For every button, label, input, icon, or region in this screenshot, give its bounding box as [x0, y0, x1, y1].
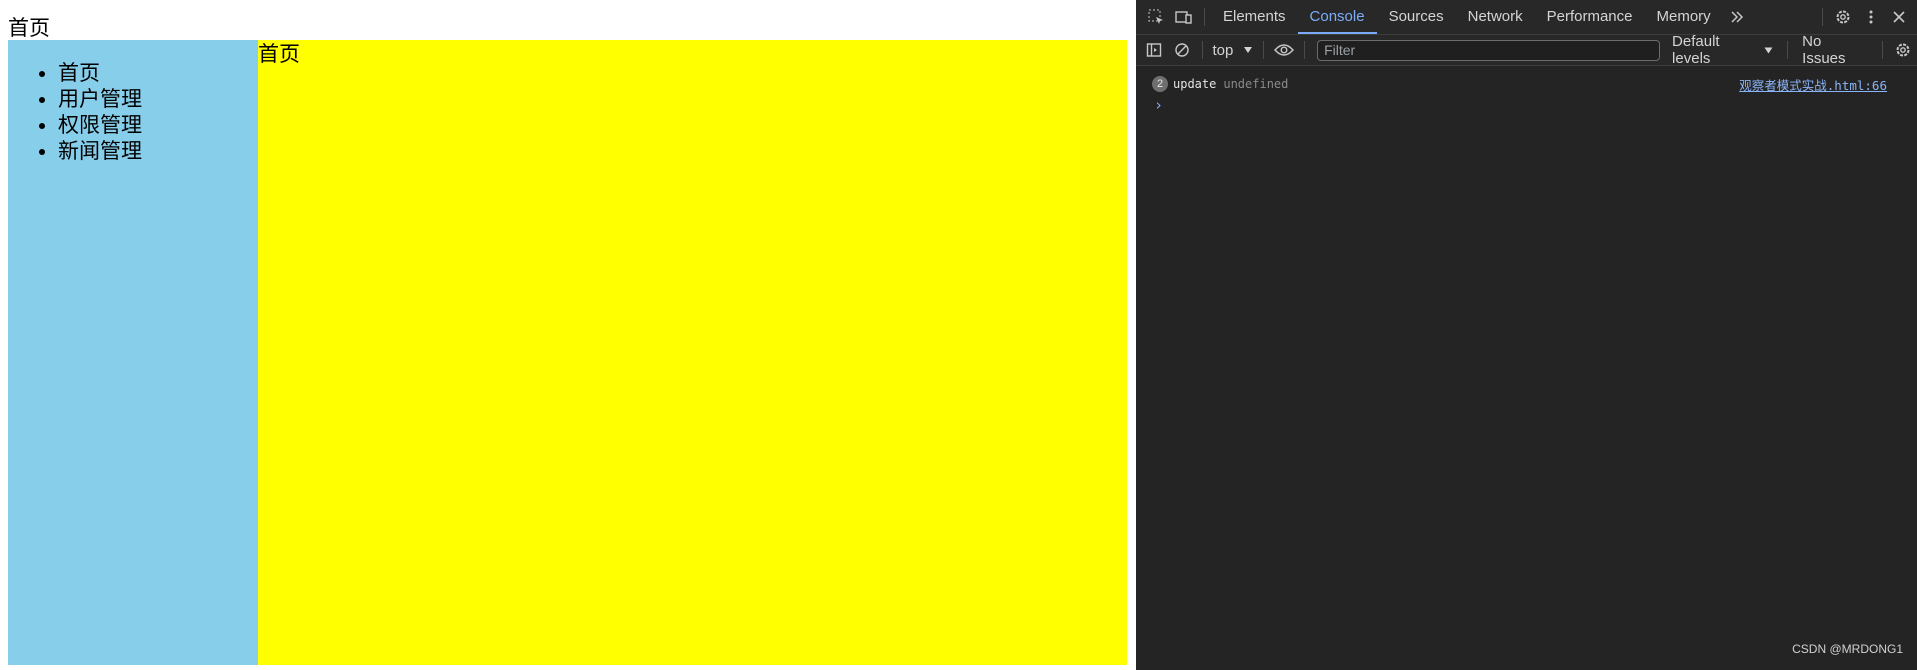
sidebar-item-news[interactable]: 新闻管理: [58, 138, 258, 164]
caret-down-icon: [1244, 47, 1253, 53]
inspect-element-icon[interactable]: [1142, 3, 1170, 31]
content-title: 首页: [258, 42, 300, 66]
log-levels-dropdown[interactable]: Default levels: [1664, 33, 1781, 67]
filter-input[interactable]: [1317, 39, 1661, 61]
divider: [1204, 8, 1205, 26]
clear-console-icon[interactable]: [1168, 36, 1196, 64]
device-toolbar-icon[interactable]: [1170, 3, 1198, 31]
console-message: 2 update undefined 观察者模式实战.html:66: [1152, 75, 1887, 93]
sidebar-menu: 首页 用户管理 权限管理 新闻管理: [8, 40, 258, 164]
sidebar-item-permissions[interactable]: 权限管理: [58, 112, 258, 138]
console-prompt[interactable]: ›: [1154, 96, 1163, 114]
source-link[interactable]: 观察者模式实战.html:66: [1739, 75, 1887, 94]
caret-down-icon: [1764, 47, 1773, 53]
divider: [1822, 8, 1823, 26]
divider: [1263, 41, 1265, 59]
context-label: top: [1212, 41, 1234, 59]
tab-sources[interactable]: Sources: [1377, 0, 1456, 34]
settings-gear-icon[interactable]: [1829, 3, 1857, 31]
sidebar-toggle-icon[interactable]: [1140, 36, 1168, 64]
eye-icon[interactable]: [1270, 36, 1298, 64]
sidebar-item-users[interactable]: 用户管理: [58, 86, 258, 112]
divider: [1882, 41, 1884, 59]
more-tabs-icon[interactable]: [1723, 3, 1751, 31]
devtools-panel: Elements Console Sources Network Perform…: [1136, 0, 1917, 670]
divider: [1201, 41, 1203, 59]
console-toolbar: top Default levels No Issues: [1136, 33, 1917, 67]
tab-elements[interactable]: Elements: [1211, 0, 1298, 34]
tab-network[interactable]: Network: [1456, 0, 1535, 34]
divider: [1304, 41, 1306, 59]
issues-button[interactable]: No Issues: [1794, 33, 1876, 67]
tab-performance[interactable]: Performance: [1535, 0, 1645, 34]
page-header: 首页: [8, 16, 50, 40]
message-text: update: [1173, 77, 1217, 91]
context-selector[interactable]: top: [1208, 42, 1257, 59]
sidebar: 首页 用户管理 权限管理 新闻管理: [8, 40, 258, 665]
main-content: 首页: [258, 40, 1127, 665]
web-page: 首页 首页 用户管理 权限管理 新闻管理 首页: [0, 0, 1136, 670]
close-icon[interactable]: [1885, 3, 1913, 31]
devtools-tabbar: Elements Console Sources Network Perform…: [1136, 0, 1917, 35]
repeat-count-badge: 2: [1152, 76, 1168, 92]
sidebar-item-home[interactable]: 首页: [58, 60, 258, 86]
divider: [1787, 41, 1789, 59]
watermark: CSDN @MRDONG1: [1792, 642, 1903, 656]
message-value: undefined: [1223, 77, 1289, 91]
console-output: 2 update undefined 观察者模式实战.html:66 › CSD…: [1136, 66, 1917, 666]
tab-console[interactable]: Console: [1297, 0, 1377, 34]
tab-memory[interactable]: Memory: [1645, 0, 1723, 34]
more-options-icon[interactable]: [1857, 3, 1885, 31]
console-settings-icon[interactable]: [1889, 36, 1917, 64]
log-levels-label: Default levels: [1672, 33, 1720, 67]
